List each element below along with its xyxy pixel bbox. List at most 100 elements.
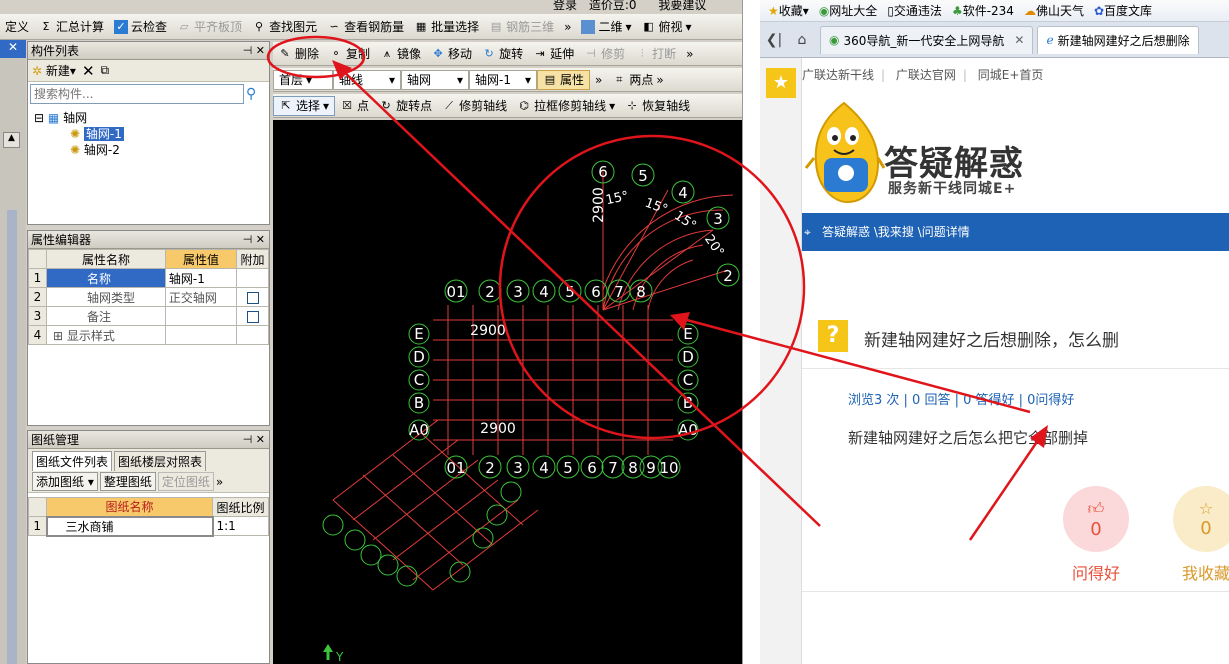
view-2d-select[interactable]: 二维 ▾ xyxy=(576,17,636,37)
property-name: ⊞ 显示样式 xyxy=(46,325,166,345)
table-row[interactable]: 1 三水商铺 1:1 xyxy=(28,515,269,537)
bookmark-sites[interactable]: ◉网址大全 xyxy=(819,2,878,19)
property-value[interactable] xyxy=(164,306,238,326)
tab-file-list[interactable]: 图纸文件列表 xyxy=(32,451,113,471)
drawing-canvas[interactable]: 01 2 3 4 5 6 7 8 01 2 3 4 5 6 7 8 9 10 6… xyxy=(273,120,742,664)
define-button[interactable]: 定义 xyxy=(0,17,34,37)
table-row[interactable]: 2 轴网类型 正交轴网 xyxy=(28,287,269,307)
summary-calc-button[interactable]: Σ 汇总计算 xyxy=(34,17,109,37)
find-element-button[interactable]: ⚲ 查找图元 xyxy=(247,17,322,37)
close-icon[interactable]: ✕ xyxy=(0,40,26,58)
delete-icon[interactable]: ✕ xyxy=(82,62,95,80)
property-value[interactable]: 正交轴网 xyxy=(164,287,238,307)
overflow-chevron-icon[interactable]: » xyxy=(216,475,223,489)
axis-num-bottom: 4 xyxy=(539,459,549,477)
property-name: 名称 xyxy=(46,268,166,288)
good-question-button[interactable]: 👍︎ 0 问得好 xyxy=(1060,486,1132,584)
favorite-button[interactable]: ☆ 0 我收藏 xyxy=(1170,486,1229,584)
point-button[interactable]: ☒ 点 xyxy=(335,96,374,116)
overflow-chevron-icon[interactable]: » xyxy=(559,17,576,37)
login-link[interactable]: 登录 xyxy=(553,0,577,12)
drawing-name[interactable]: 三水商铺 xyxy=(45,515,214,537)
break-button[interactable]: ⫶ 打断 xyxy=(630,44,681,64)
close-tab-icon[interactable]: ✕ xyxy=(1014,33,1024,47)
table-row[interactable]: 1 名称 轴网-1 xyxy=(28,268,269,288)
bookmark-weather[interactable]: ☁佛山天气 xyxy=(1024,2,1084,19)
bookmark-wenku[interactable]: ✿百度文库 xyxy=(1094,2,1152,19)
organize-drawing-button[interactable]: 整理图纸 xyxy=(99,472,156,491)
bookmark-software[interactable]: ♣软件-234 xyxy=(952,2,1014,19)
rebar-3d-button[interactable]: ▤ 钢筋三维 xyxy=(484,17,559,37)
cloud-check-button[interactable]: ✓ 云检查 xyxy=(109,17,172,37)
select-button[interactable]: ⇱ 选择 ▾ xyxy=(273,95,336,116)
axis-num-bottom: 7 xyxy=(608,459,618,477)
checkbox[interactable] xyxy=(246,291,259,304)
y-axis-label: Y xyxy=(335,650,344,664)
table-row[interactable]: 4 ⊞ 显示样式 xyxy=(28,325,269,345)
property-value[interactable]: 轴网-1 xyxy=(164,268,238,288)
tree-item-axis-2[interactable]: ✺ 轴网-2 xyxy=(34,142,263,158)
search-input[interactable] xyxy=(30,84,244,104)
scroll-up-icon[interactable]: ▲ xyxy=(3,132,20,148)
rotate-button[interactable]: ↻ 旋转 xyxy=(477,44,528,64)
floor-select[interactable]: 首层 ▾ xyxy=(273,69,333,90)
batch-select-button[interactable]: ▦ 批量选择 xyxy=(409,17,484,37)
star-icon[interactable]: ★ xyxy=(766,68,796,98)
extra-cell xyxy=(236,268,269,288)
align-slab-button[interactable]: ▱ 平齐板顶 xyxy=(172,17,247,37)
locate-drawing-button[interactable]: 定位图纸 xyxy=(157,472,214,491)
like-count: 0 xyxy=(1090,518,1102,540)
extend-button[interactable]: ⇥ 延伸 xyxy=(528,44,579,64)
restore-axis-button[interactable]: ⊹ 恢复轴线 xyxy=(620,96,695,116)
pin-icon[interactable]: ⊣ xyxy=(243,233,253,246)
bookmark-favorites[interactable]: ★收藏▾ xyxy=(768,2,809,19)
expand-icon[interactable]: ⊞ xyxy=(53,329,63,343)
link-glodon-official[interactable]: 广联达官网 xyxy=(896,68,956,82)
link-home[interactable]: 同城E+首页 xyxy=(978,68,1044,82)
suggest-link[interactable]: 我要建议 xyxy=(658,0,706,12)
box-trim-axis-button[interactable]: ⌬ 拉框修剪轴线 ▾ xyxy=(512,96,620,116)
search-icon[interactable]: ⚲ xyxy=(246,86,256,102)
home-icon[interactable]: ⌂ xyxy=(788,32,816,48)
view-top-select[interactable]: ◧ 俯视 ▾ xyxy=(637,17,697,37)
bookmark-traffic[interactable]: ▯交通违法 xyxy=(887,2,942,19)
delete-button[interactable]: ✎ 删除 xyxy=(273,44,324,64)
trim-button[interactable]: ⊣ 修剪 xyxy=(579,44,630,64)
type-select[interactable]: 轴网 ▾ xyxy=(401,69,469,90)
close-icon[interactable]: ✕ xyxy=(256,44,265,57)
trim-axis-button[interactable]: ⟋ 修剪轴线 xyxy=(437,96,512,116)
pin-icon[interactable]: ⊣ xyxy=(243,433,253,446)
breadcrumb-text[interactable]: 答疑解惑 \我来搜 \问题详情 xyxy=(822,225,970,239)
link-glodon-xgx[interactable]: 广联达新干线 xyxy=(802,68,874,82)
mirror-button[interactable]: ⩚ 镜像 xyxy=(375,44,426,64)
tree-item-axis-1[interactable]: ✺ 轴网-1 xyxy=(34,126,263,142)
properties-button[interactable]: ▤ 属性 xyxy=(537,69,591,90)
copy-button[interactable]: ⚬ 复制 xyxy=(324,44,375,64)
two-point-icon: ⌗ xyxy=(616,72,623,86)
add-drawing-button[interactable]: 添加图纸 ▾ xyxy=(32,472,98,491)
pin-icon[interactable]: ⊣ xyxy=(243,44,253,57)
property-value[interactable] xyxy=(164,325,238,345)
category-select[interactable]: 轴线 ▾ xyxy=(333,69,401,90)
tab-question[interactable]: ℯ 新建轴网建好之后想删除 xyxy=(1037,25,1199,54)
tab-360-nav[interactable]: ◉ 360导航_新一代安全上网导航 ✕ xyxy=(820,25,1034,54)
tree-root[interactable]: ⊟ ▦ 轴网 xyxy=(34,110,263,126)
move-button[interactable]: ✥ 移动 xyxy=(426,44,477,64)
copy-icon: ⚬ xyxy=(331,46,341,60)
view-rebar-button[interactable]: ∽ 查看钢筋量 xyxy=(322,17,409,37)
close-icon[interactable]: ✕ xyxy=(256,233,265,246)
overflow-chevron-icon[interactable]: » xyxy=(590,70,607,90)
back-arrow-icon[interactable]: ❮| xyxy=(760,32,788,48)
tab-floor-map[interactable]: 图纸楼层对照表 xyxy=(114,451,207,471)
left-scrollbar[interactable] xyxy=(7,210,17,664)
overflow-chevron-icon[interactable]: » xyxy=(681,44,698,64)
table-row[interactable]: 3 备注 xyxy=(28,306,269,326)
close-icon[interactable]: ✕ xyxy=(256,433,265,446)
collapse-icon[interactable]: ⊟ xyxy=(34,111,44,125)
checkbox[interactable] xyxy=(246,310,259,323)
rotate-point-button[interactable]: ↻ 旋转点 xyxy=(374,96,437,116)
instance-select[interactable]: 轴网-1 ▾ xyxy=(469,69,537,90)
two-point-button[interactable]: ⌗ 两点» xyxy=(607,70,668,90)
copy-icon[interactable]: ⧉ xyxy=(101,63,110,78)
new-button[interactable]: ✲ 新建▾ xyxy=(32,62,76,79)
